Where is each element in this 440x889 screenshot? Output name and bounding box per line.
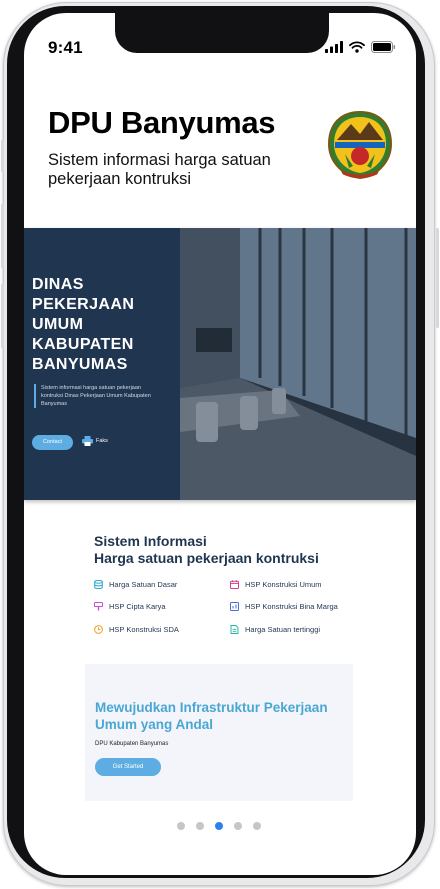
status-time: 9:41 xyxy=(48,38,83,57)
service-label: HSP Konstruksi Umum xyxy=(245,580,322,589)
hero-title: DINAS PEKERJAAN UMUM KABUPATEN BANYUMAS xyxy=(32,276,135,373)
services-title-line1: Sistem Informasi xyxy=(94,533,207,549)
cta-card: Mewujudkan Infrastruktur Pekerjaan Umum … xyxy=(85,664,353,801)
page-dot[interactable] xyxy=(253,822,261,830)
brush-icon xyxy=(94,602,103,611)
page-dot[interactable] xyxy=(234,822,242,830)
app-subtitle: Sistem informasi harga satuan pekerjaan … xyxy=(48,151,271,188)
banyumas-emblem-logo xyxy=(327,110,393,180)
database-icon xyxy=(94,580,103,589)
pagination-dots xyxy=(177,822,261,830)
service-item-hsp-konstruksi-bina-marga[interactable]: HSP Konstruksi Bina Marga xyxy=(230,602,338,611)
service-item-harga-satuan-tertinggi[interactable]: Harga Satuan tertinggi xyxy=(230,625,320,634)
service-label: Harga Satuan Dasar xyxy=(109,580,178,589)
clock-icon xyxy=(94,625,103,634)
hero-description: Sistem informasi harga satuan pekerjaan … xyxy=(34,384,152,408)
chart-icon xyxy=(230,602,239,611)
service-label: HSP Konstruksi Bina Marga xyxy=(245,602,338,611)
page-dot-active[interactable] xyxy=(215,822,223,830)
calendar-icon xyxy=(230,580,239,589)
service-item-hsp-konstruksi-sda[interactable]: HSP Konstruksi SDA xyxy=(94,625,179,634)
document-icon xyxy=(230,625,239,634)
cta-org: DPU Kabupaten Banyumas xyxy=(95,741,169,747)
service-item-hsp-cipta-karya[interactable]: HSP Cipta Karya xyxy=(94,602,166,611)
meeting-room-photo xyxy=(180,228,416,500)
signal-icon xyxy=(325,41,343,53)
notch xyxy=(115,13,329,53)
service-item-hsp-konstruksi-umum[interactable]: HSP Konstruksi Umum xyxy=(230,580,322,589)
status-icons xyxy=(325,41,396,53)
power-button xyxy=(436,228,439,328)
page-dot[interactable] xyxy=(196,822,204,830)
service-item-harga-satuan-dasar[interactable]: Harga Satuan Dasar xyxy=(94,580,177,589)
action-button xyxy=(1,140,4,172)
faks-label: Faks xyxy=(96,438,108,444)
app-title: DPU Banyumas xyxy=(48,105,276,140)
service-label: Harga Satuan tertinggi xyxy=(245,625,321,634)
volume-up-button xyxy=(1,204,4,268)
contact-button[interactable]: Contact xyxy=(32,435,73,450)
get-started-button[interactable]: Get Started xyxy=(95,758,161,776)
page-dot[interactable] xyxy=(177,822,185,830)
faks-link[interactable]: Faks xyxy=(82,436,108,446)
screen: 9:41 DPU Banyumas Sistem informasi harga… xyxy=(24,13,416,875)
battery-icon xyxy=(371,41,396,53)
hero-banner: DINAS PEKERJAAN UMUM KABUPATEN BANYUMAS … xyxy=(24,228,416,500)
service-label: HSP Konstruksi SDA xyxy=(109,625,179,634)
service-label: HSP Cipta Karya xyxy=(109,602,166,611)
services-title-line2: Harga satuan pekerjaan kontruksi xyxy=(94,550,319,566)
cta-title: Mewujudkan Infrastruktur Pekerjaan Umum … xyxy=(95,700,328,732)
wifi-icon xyxy=(349,41,365,53)
printer-icon xyxy=(82,436,93,446)
services-title: Sistem Informasi Harga satuan pekerjaan … xyxy=(94,533,319,567)
volume-down-button xyxy=(1,284,4,348)
